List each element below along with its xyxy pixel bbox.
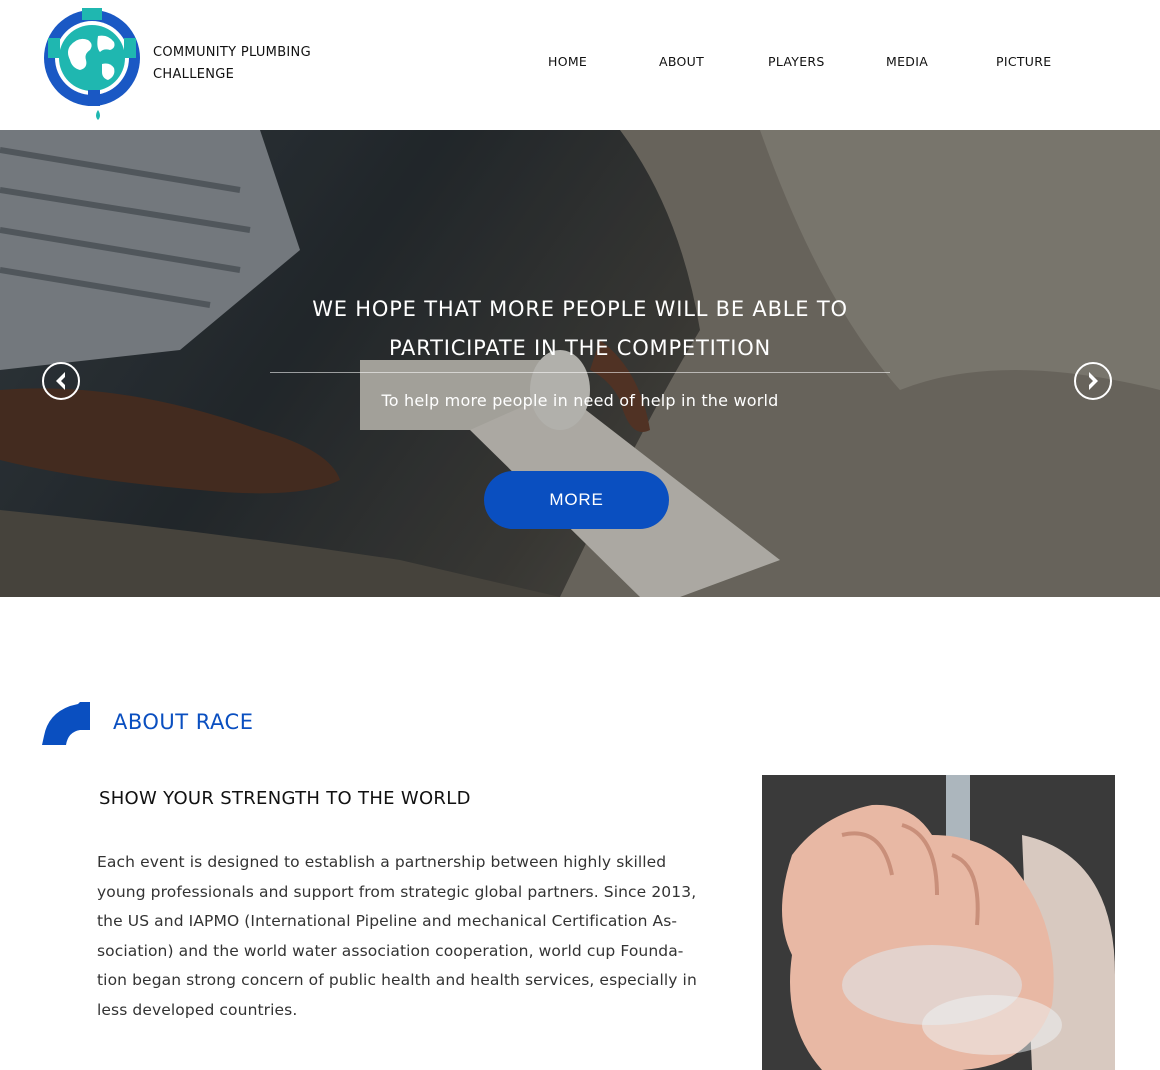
hero-title: WE HOPE THAT MORE PEOPLE WILL BE ABLE TO…	[260, 290, 900, 368]
nav-picture[interactable]: PICTURE	[996, 54, 1051, 69]
hero-slider: WE HOPE THAT MORE PEOPLE WILL BE ABLE TO…	[0, 130, 1160, 597]
nav-players[interactable]: PLAYERS	[768, 54, 825, 69]
nav-about[interactable]: ABOUT	[659, 54, 704, 69]
nav-media[interactable]: MEDIA	[886, 54, 928, 69]
main-nav: HOME ABOUT PLAYERS MEDIA PICTURE	[0, 54, 1160, 74]
nav-home[interactable]: HOME	[548, 54, 587, 69]
chevron-right-icon	[1089, 372, 1098, 390]
hero-title-line2: PARTICIPATE IN THE COMPETITION	[388, 336, 772, 360]
hands-water-photo	[762, 775, 1115, 1070]
about-heading: ABOUT RACE	[113, 710, 254, 734]
hero-subtitle: To help more people in need of help in t…	[381, 391, 779, 410]
about-body-text: Each event is designed to establish a pa…	[97, 853, 697, 1019]
site-header: COMMUNITY PLUMBING CHALLENGE HOME ABOUT …	[0, 0, 1160, 130]
slider-prev-button[interactable]	[42, 362, 80, 400]
slider-next-button[interactable]	[1074, 362, 1112, 400]
hero-divider	[270, 372, 890, 373]
about-subheading: SHOW YOUR STRENGTH TO THE WORLD	[99, 788, 471, 809]
pipe-elbow-icon	[42, 702, 90, 745]
hero-title-line1: WE HOPE THAT MORE PEOPLE WILL BE ABLE TO	[312, 297, 848, 321]
chevron-left-icon	[56, 372, 65, 390]
more-button[interactable]: MORE	[484, 471, 669, 529]
